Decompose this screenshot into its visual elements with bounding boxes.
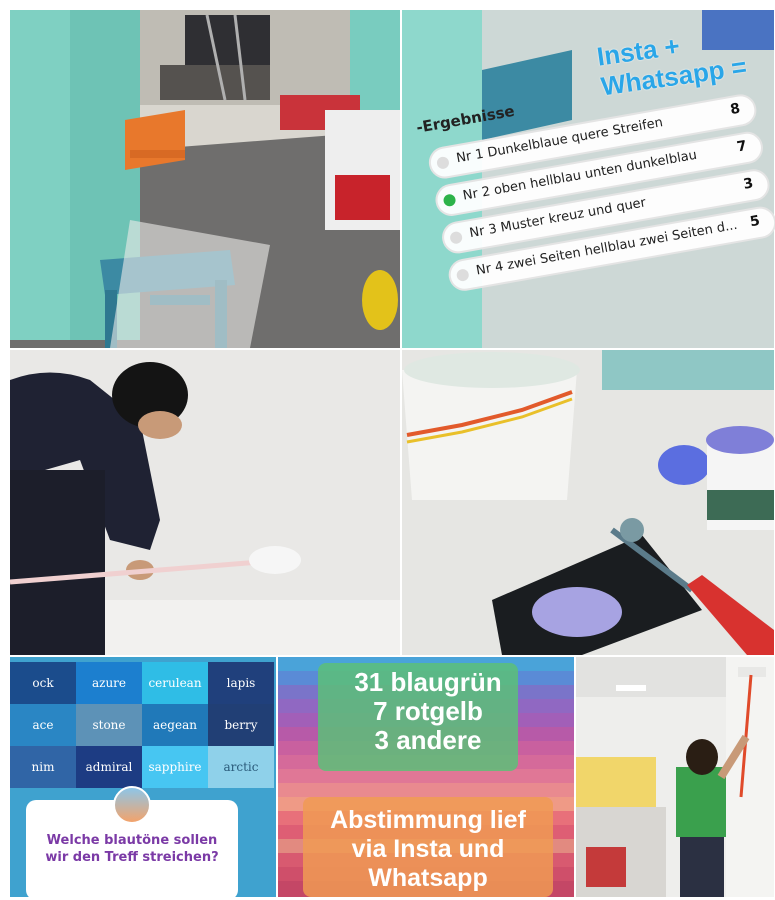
vote-line: 7 rotgelb bbox=[373, 696, 483, 726]
photo-room-pillar bbox=[10, 10, 400, 348]
option-c-marker bbox=[449, 230, 464, 245]
swatch: ace bbox=[10, 704, 76, 746]
swatch: berry bbox=[208, 704, 274, 746]
swatch: azure bbox=[76, 662, 142, 704]
swatch: stone bbox=[76, 704, 142, 746]
swatch: cerulean bbox=[142, 662, 208, 704]
vote-note: Abstimmung lief via Insta und Whatsapp bbox=[298, 806, 558, 893]
note-line: Abstimmung lief bbox=[330, 806, 526, 834]
poll-title: -Ergebnisse bbox=[414, 101, 516, 137]
swatch: aegean bbox=[142, 704, 208, 746]
vote-line: 31 blaugrün bbox=[354, 667, 502, 697]
note-line: via Insta und bbox=[351, 835, 505, 863]
question-text: Welche blautöne sollen wir den Treff str… bbox=[45, 833, 219, 865]
swatch: lapis bbox=[208, 662, 274, 704]
note-line: Whatsapp bbox=[368, 864, 488, 892]
poll-option-count: 3 bbox=[742, 175, 755, 193]
option-d-marker bbox=[455, 268, 470, 283]
option-a-marker bbox=[435, 155, 450, 170]
photo-painting-wall bbox=[576, 657, 774, 897]
vote-line: 3 andere bbox=[374, 725, 482, 755]
swatch: nim bbox=[10, 746, 76, 788]
swatch: ock bbox=[10, 662, 76, 704]
poll-option-count: 7 bbox=[735, 137, 748, 156]
swatch: admiral bbox=[76, 746, 142, 788]
poll-option-count: 5 bbox=[748, 212, 762, 231]
swatch: arctic bbox=[208, 746, 274, 788]
photo-paint-supplies bbox=[402, 350, 774, 655]
swatch: sapphire bbox=[142, 746, 208, 788]
poll-option-count: 8 bbox=[729, 100, 742, 119]
photo-painting-floor bbox=[10, 350, 400, 655]
avatar bbox=[113, 786, 151, 824]
check-icon bbox=[442, 193, 457, 208]
vote-results: 31 blaugrün 7 rotgelb 3 andere bbox=[318, 668, 538, 755]
